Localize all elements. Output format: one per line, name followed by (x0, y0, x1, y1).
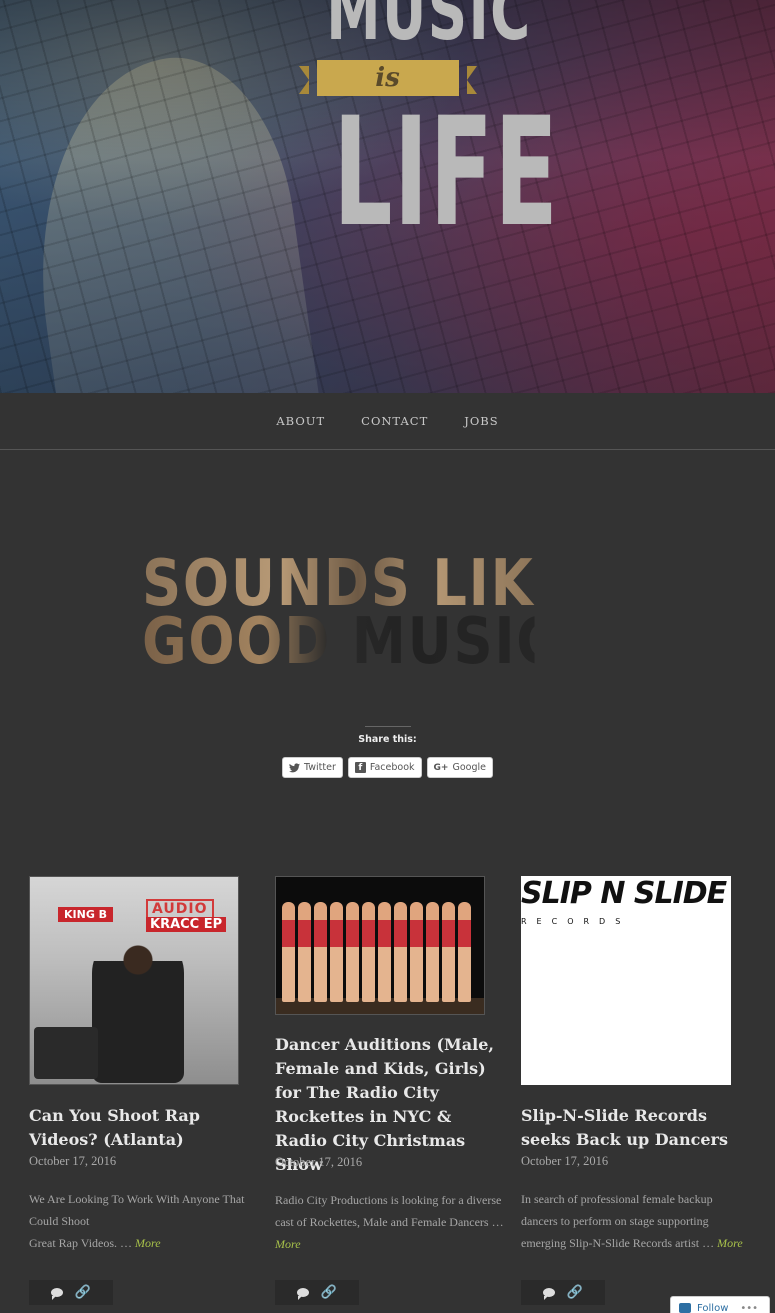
post-thumbnail[interactable]: SLIP N SLIDE RECORDS (521, 876, 731, 1085)
share-twitter-button[interactable]: Twitter (282, 757, 343, 778)
logo-word-music: MUSIC (326, 0, 532, 58)
nav-item-contact[interactable]: CONTACT (361, 414, 428, 428)
dancer-figure (282, 902, 295, 1002)
album-artist-tag: KING B (58, 907, 114, 922)
dancer-figure (442, 902, 455, 1002)
dancer-figure (378, 902, 391, 1002)
post-date: October 17, 2016 (521, 1154, 609, 1168)
nav-item-about[interactable]: ABOUT (276, 414, 325, 428)
post-meta-bar: 🔗 (521, 1280, 605, 1305)
dancer-figure (394, 902, 407, 1002)
post-thumbnail[interactable]: KING B AUDIO KRACC EP (29, 876, 239, 1085)
follow-button[interactable]: Follow ••• (670, 1296, 770, 1313)
post-card: SLIP N SLIDE RECORDS Slip-N-Slide Record… (521, 876, 751, 1305)
dancer-figure (362, 902, 375, 1002)
dancer-figure (330, 902, 343, 1002)
post-meta-bar: 🔗 (29, 1280, 113, 1305)
site-logo[interactable]: MUSIC is LIFE (298, 0, 560, 300)
comment-icon[interactable] (542, 1288, 555, 1300)
share-google-label: Google (452, 762, 486, 773)
facebook-icon: f (354, 762, 366, 773)
follow-label: Follow (697, 1302, 729, 1313)
slip-n-slide-logo: SLIP N SLIDE (521, 876, 727, 911)
dancer-figure (426, 902, 439, 1002)
share-twitter-label: Twitter (304, 762, 336, 773)
post-meta-bar: 🔗 (275, 1280, 359, 1305)
permalink-icon[interactable]: 🔗 (567, 1285, 583, 1300)
post-excerpt-text: Radio City Productions is looking for a … (275, 1193, 504, 1229)
header-banner: MUSIC is LIFE (0, 0, 775, 393)
featured-line-2: GOOD MUSIC. (142, 605, 581, 679)
permalink-icon[interactable]: 🔗 (321, 1285, 337, 1300)
featured-image: SOUNDS LIKE GOOD MUSIC. (142, 552, 604, 679)
share-title: Share this: (358, 734, 417, 745)
post-more-link[interactable]: More (275, 1237, 301, 1251)
dancer-figure (298, 902, 311, 1002)
dancer-figure (458, 902, 471, 1002)
post-more-link[interactable]: More (135, 1236, 161, 1250)
share-facebook-button[interactable]: f Facebook (347, 757, 422, 778)
album-artist-figure (92, 933, 184, 1083)
comment-icon[interactable] (296, 1288, 309, 1300)
post-thumbnail[interactable] (275, 876, 485, 1015)
post-excerpt: In search of professional female backup … (521, 1188, 751, 1254)
post-date: October 17, 2016 (275, 1155, 363, 1169)
comment-icon[interactable] (50, 1288, 63, 1300)
dancer-figure (346, 902, 359, 1002)
post-date: October 17, 2016 (29, 1154, 117, 1168)
album-boombox (34, 1027, 98, 1079)
share-section: Share this: Twitter f Facebook G+ Google (0, 726, 775, 778)
post-card: KING B AUDIO KRACC EP Can You Shoot Rap … (29, 876, 259, 1305)
album-title-line-1: AUDIO (146, 899, 214, 919)
post-title[interactable]: Slip-N-Slide Records seeks Back up Dance… (521, 1104, 751, 1152)
dancer-figure (410, 902, 423, 1002)
google-plus-icon: G+ (433, 762, 449, 773)
follow-icon (679, 1303, 691, 1313)
post-excerpt: We Are Looking To Work With Anyone That … (29, 1188, 259, 1254)
share-facebook-label: Facebook (369, 762, 415, 773)
twitter-icon (289, 762, 301, 773)
share-buttons: Twitter f Facebook G+ Google (0, 757, 775, 778)
permalink-icon[interactable]: 🔗 (75, 1285, 91, 1300)
more-options-icon[interactable]: ••• (740, 1303, 758, 1313)
post-more-link[interactable]: More (717, 1236, 743, 1250)
main-nav: ABOUT CONTACT JOBS (0, 393, 775, 450)
share-divider (364, 726, 411, 727)
post-excerpt-text: In search of professional female backup … (521, 1192, 715, 1250)
post-excerpt-line-2: Great Rap Videos. … (29, 1236, 133, 1250)
post-excerpt: Radio City Productions is looking for a … (275, 1189, 505, 1255)
post-title[interactable]: Can You Shoot Rap Videos? (Atlanta) (29, 1104, 259, 1152)
post-excerpt-line-1: We Are Looking To Work With Anyone That … (29, 1192, 245, 1228)
slip-n-slide-logo-sub: RECORDS (521, 917, 631, 926)
album-title-line-2: KRACC EP (146, 917, 227, 932)
post-card: Dancer Auditions (Male, Female and Kids,… (275, 876, 505, 1305)
nav-item-jobs[interactable]: JOBS (464, 414, 498, 428)
share-google-button[interactable]: G+ Google (426, 757, 493, 778)
logo-word-life: LIFE (333, 86, 560, 260)
dancer-figure (314, 902, 327, 1002)
